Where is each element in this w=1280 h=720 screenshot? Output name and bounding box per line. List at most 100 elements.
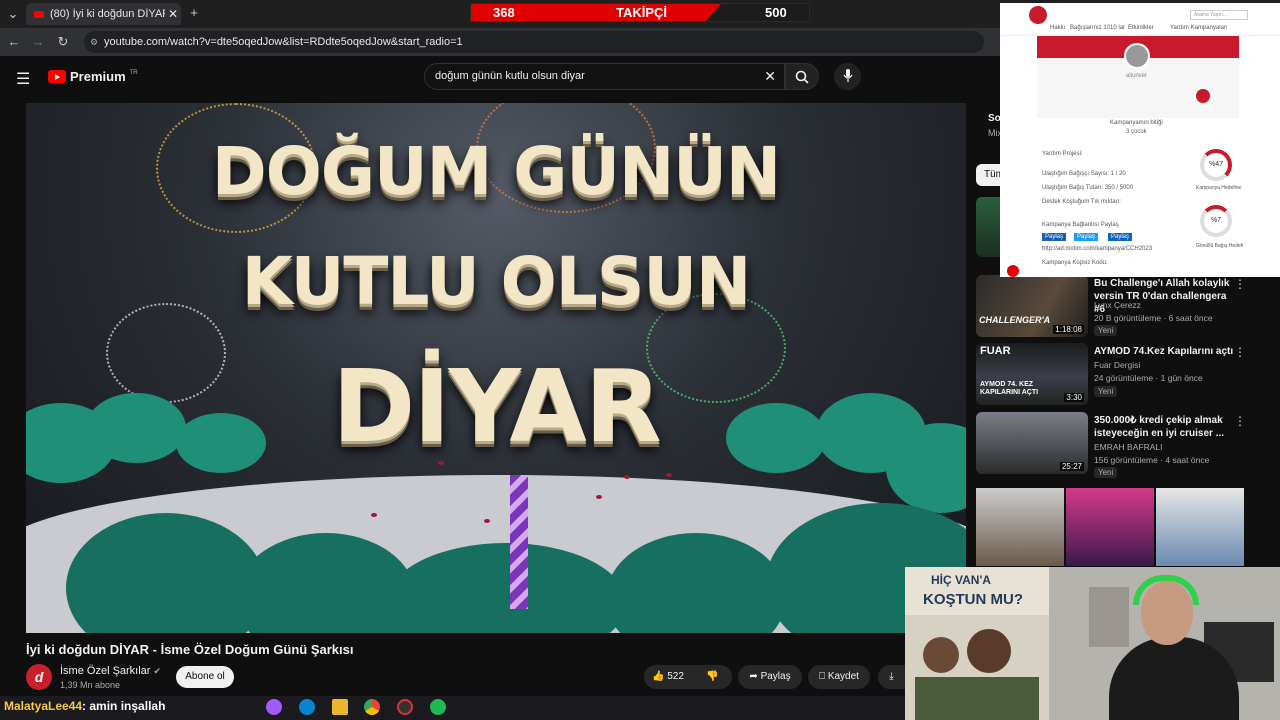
clear-search-icon[interactable]: ✕: [764, 64, 776, 89]
nav-item[interactable]: Yardım Kampanyaları: [1170, 25, 1228, 31]
nav-item[interactable]: Hakkı: [1050, 25, 1065, 31]
video-duration: 3:30: [1064, 393, 1084, 402]
sprinkle: [484, 519, 490, 523]
channel-avatar[interactable]: d: [26, 664, 52, 690]
search-icon: [795, 70, 809, 84]
logo-text: Premium: [70, 69, 126, 84]
channel-name[interactable]: İsme Özel Şarkılar ✔: [60, 665, 161, 677]
stream-ad-overlay: HİÇ VAN'A KOŞTUN MU?: [905, 567, 1049, 720]
info-row: Ulaştığım Bağışçı Sayısı: 1 / 20: [1042, 171, 1126, 177]
file-explorer-taskbar-icon[interactable]: [332, 699, 348, 715]
video-thumbnail[interactable]: CHALLENGER'A 1:18:08: [976, 275, 1088, 337]
campaign-label: Kampanyamın bitiği: [1110, 120, 1163, 126]
share-button[interactable]: ➦ Paylaş: [738, 665, 802, 689]
more-options-icon[interactable]: ⋮: [1234, 277, 1246, 291]
edge-taskbar-icon[interactable]: [299, 699, 315, 715]
bookmark-icon: ⎕: [819, 671, 826, 682]
progress-ring-label: Kampanya Hedefine: [1196, 185, 1242, 191]
birthday-candle: [510, 475, 528, 609]
new-tab-icon[interactable]: +: [186, 5, 202, 20]
badge-icon: [1196, 89, 1210, 103]
site-info-icon[interactable]: ⚙: [90, 31, 98, 53]
video-thumbnail[interactable]: 25:27: [976, 412, 1088, 474]
thumbs-up-icon: 👍: [652, 671, 665, 682]
region-code: TR: [129, 69, 138, 76]
save-button[interactable]: ⎕ Kaydet: [808, 665, 870, 689]
channel-name[interactable]: Lynx Çerezz: [1094, 300, 1141, 310]
video-player[interactable]: DOĞUM GÜNÜN KUTLU OLSUN DİYAR: [26, 103, 966, 633]
headphones-icon: [1133, 575, 1199, 605]
channel-name[interactable]: EMRAH BAFRALI: [1094, 442, 1163, 452]
campaign-code-label: Kampanya Kopsiz Kodu:: [1042, 260, 1108, 266]
chat-username: MalatyaLee44: [4, 699, 83, 713]
video-overlay-line1: DOĞUM GÜNÜN: [211, 133, 781, 210]
video-overlay-line3: DİYAR: [332, 348, 661, 465]
screen: ⌄ (80) İyi ki doğdun DİYAR - İsme ✕ + 36…: [0, 0, 1280, 720]
share-social-button[interactable]: Paylaş: [1042, 233, 1067, 241]
chat-text: : amin inşallah: [82, 699, 166, 713]
ad-person-photo: [923, 637, 959, 673]
dislike-button[interactable]: 👎: [706, 665, 718, 689]
more-options-icon[interactable]: ⋮: [1234, 414, 1246, 428]
forward-arrow-icon[interactable]: →: [30, 34, 46, 49]
sidebar-video[interactable]: CHALLENGER'A 1:18:08 Bu Challenge'ı Alla…: [976, 275, 1276, 337]
video-overlay-line2: KUTLU OLSUN: [241, 243, 751, 320]
follower-goal-bar: 368 TAKİPÇİ 500: [470, 3, 810, 22]
figma-taskbar-icon[interactable]: [266, 699, 282, 715]
spotify-taskbar-icon[interactable]: [430, 699, 446, 715]
campaign-link[interactable]: http://ad.motim.com/kampanya/CCH2023: [1042, 246, 1152, 252]
video-title[interactable]: Bu Challenge'ı Allah kolaylık versin TR …: [1094, 277, 1234, 316]
nav-item[interactable]: Bağışlarınız 1010 lar: [1070, 25, 1125, 31]
search-query: doğum günün kutlu olsun diyar: [435, 70, 585, 82]
obs-taskbar-icon[interactable]: [397, 699, 413, 715]
new-badge: Yeni: [1094, 325, 1118, 336]
browser-tab-youtube[interactable]: (80) İyi ki doğdun DİYAR - İsme ✕: [26, 3, 181, 25]
site-search-input[interactable]: Arama Yapın...: [1190, 10, 1248, 20]
follower-label: TAKİPÇİ: [616, 5, 668, 20]
ad-person-photo: [967, 629, 1011, 673]
channel-name[interactable]: Fuar Dergisi: [1094, 360, 1140, 370]
channel-name-text: İsme Özel Şarkılar: [60, 665, 151, 677]
new-badge: Yeni: [1094, 467, 1118, 478]
sidebar-video[interactable]: 25:27 350.000₺ kredi çekip almak isteyec…: [976, 412, 1276, 478]
shorts-thumbnail[interactable]: [976, 488, 1064, 566]
share-social-button[interactable]: Paylaş: [1074, 233, 1099, 241]
ad-line2: KOŞTUN MU?: [923, 591, 1023, 608]
youtube-logo[interactable]: Premium TR: [48, 69, 138, 84]
video-title[interactable]: AYMOD 74.Kez Kapılarını açtı: [1094, 345, 1234, 358]
nav-item[interactable]: Etkinlikler: [1128, 25, 1154, 31]
tab-search-icon[interactable]: ⌄: [5, 6, 21, 22]
share-social-button[interactable]: Paylaş: [1108, 233, 1133, 241]
address-bar[interactable]: ⚙ youtube.com/watch?v=dte5oqedJow&list=R…: [84, 31, 984, 53]
like-button[interactable]: 👍 522: [652, 671, 684, 682]
tab-close-icon[interactable]: ✕: [165, 7, 181, 21]
webcam-feed: [1049, 567, 1280, 720]
follower-goal: 500: [765, 5, 787, 20]
sprinkle: [371, 513, 377, 517]
profile-username: aliunver: [1126, 73, 1148, 79]
chrome-taskbar-icon[interactable]: [364, 699, 380, 715]
sidebar-video[interactable]: FUAR AYMOD 74. KEZ KAPILARINI AÇTI 3:30 …: [976, 343, 1276, 405]
site-logo[interactable]: [1029, 6, 1047, 24]
share-label: Paylaş: [760, 671, 791, 682]
shorts-thumbnail[interactable]: [1066, 488, 1154, 566]
menu-icon[interactable]: ☰: [16, 69, 30, 89]
search-input[interactable]: doğum günün kutlu olsun diyar ✕: [424, 63, 785, 90]
reload-icon[interactable]: ↻: [55, 34, 71, 50]
subscribe-button[interactable]: Abone ol: [176, 666, 234, 688]
ad-person-photo: [915, 677, 1039, 720]
more-options-icon[interactable]: ⋮: [1234, 345, 1246, 359]
webpage-overlay: Arama Yapın... Hakkı Bağışlarınız 1010 l…: [1000, 3, 1280, 277]
shorts-thumbnail[interactable]: [1156, 488, 1244, 566]
voice-search-button[interactable]: [834, 63, 861, 90]
search-button[interactable]: [785, 63, 819, 90]
back-arrow-icon[interactable]: ←: [6, 34, 22, 49]
download-button[interactable]: ⤓: [878, 665, 905, 689]
video-title: İyi ki doğdun DİYAR - İsme Özel Doğum Gü…: [26, 642, 354, 657]
address-url: youtube.com/watch?v=dte5oqedJow&list=RDd…: [104, 36, 463, 48]
video-thumbnail[interactable]: FUAR AYMOD 74. KEZ KAPILARINI AÇTI 3:30: [976, 343, 1088, 405]
video-title[interactable]: 350.000₺ kredi çekip almak isteyeceğin e…: [1094, 414, 1234, 440]
tab-title: (80) İyi ki doğdun DİYAR - İsme: [50, 8, 165, 20]
verified-icon: ✔: [153, 666, 162, 676]
new-badge: Yeni: [1094, 386, 1118, 397]
